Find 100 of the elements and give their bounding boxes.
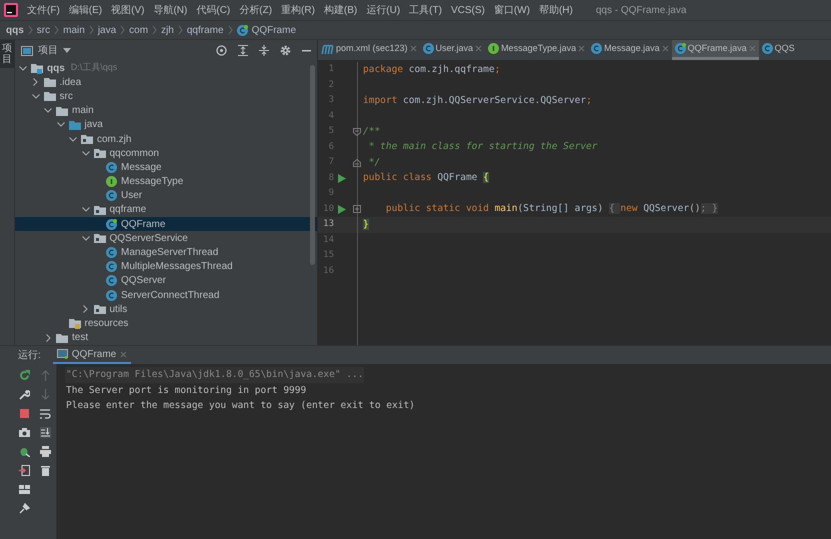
package-icon [94, 233, 106, 244]
editor-tab[interactable]: QQS [758, 40, 798, 60]
collapse-all-icon [259, 45, 269, 56]
tree-item[interactable]: MultipleMessagesThread [15, 260, 317, 274]
breadcrumb-item[interactable]: src [36, 22, 50, 38]
code-line: */ [368, 156, 380, 170]
menu-item[interactable]: 分析(Z) [239, 2, 272, 18]
camera-icon[interactable] [19, 427, 30, 438]
tree-item[interactable]: User [15, 188, 317, 203]
chevron-down-icon [82, 207, 90, 212]
tree-item[interactable]: qqcommon [15, 146, 317, 160]
menu-item[interactable]: 工具(T) [409, 2, 442, 18]
line-number: 4 [328, 110, 334, 122]
interface-icon [488, 43, 500, 54]
fold-icon[interactable] [353, 158, 361, 167]
console-window-icon [56, 349, 68, 359]
menu-item[interactable]: 视图(V) [111, 2, 144, 18]
tree-item[interactable]: ServerConnectThread [15, 288, 317, 302]
tree-item[interactable]: MessageType [15, 174, 317, 189]
tree-item[interactable]: utils [15, 302, 317, 316]
menu-item[interactable]: 代码(C) [196, 2, 230, 18]
dropdown-caret-icon [63, 48, 71, 53]
code-line: public class QQFrame { [363, 171, 489, 186]
editor-tab[interactable]: Message.java [588, 40, 672, 60]
menu-item[interactable]: 构建(B) [324, 2, 358, 18]
minimize-icon [302, 49, 311, 52]
panel-title: 项目 [38, 44, 58, 58]
stop-icon[interactable] [19, 408, 30, 419]
menu-item[interactable]: 文件(F) [27, 2, 60, 18]
trash-icon[interactable] [40, 465, 51, 476]
wrench-icon[interactable] [19, 389, 30, 400]
chevron-right-icon [33, 78, 38, 86]
line-number: 2 [328, 78, 334, 92]
breadcrumb-item[interactable]: java [98, 22, 116, 38]
folder-icon [56, 106, 68, 116]
tree-item[interactable]: .idea [15, 75, 317, 90]
fold-icon[interactable] [353, 128, 361, 136]
editor-tab[interactable]: MessageType.java [485, 40, 588, 60]
soft-wrap-icon[interactable] [40, 408, 51, 419]
close-icon [120, 350, 128, 358]
tree-item[interactable]: test [15, 330, 317, 345]
tree-item[interactable]: java [15, 118, 317, 132]
run-tab[interactable]: QQFrame [52, 346, 132, 364]
class-icon [106, 261, 117, 272]
breadcrumb-item[interactable]: qqs [6, 22, 24, 38]
chevron-down-icon [82, 236, 90, 241]
tree-item[interactable]: ManageServerThread [15, 245, 317, 260]
tree-item[interactable]: qqframe [15, 202, 317, 218]
run-icon[interactable] [338, 174, 346, 183]
line-number: 8 [328, 172, 334, 184]
line-number: 10 [322, 202, 334, 216]
chevron-down-icon [44, 108, 52, 114]
chevron-right-icon [54, 25, 60, 35]
chevron-down-icon [69, 136, 77, 142]
tree-item[interactable]: main [15, 104, 317, 118]
menu-item[interactable]: 运行(U) [366, 2, 400, 18]
editor-tab[interactable]: User.java [420, 40, 486, 60]
layout-icon[interactable] [19, 484, 30, 495]
menu-item[interactable]: 编辑(E) [68, 2, 102, 18]
line-number: 14 [322, 234, 334, 246]
code-line: /** [363, 124, 380, 139]
line-number: 16 [322, 264, 334, 278]
breadcrumb-item[interactable]: qqframe [186, 22, 224, 38]
tree-item[interactable]: qqs D:\工具\qqs [15, 61, 317, 76]
breadcrumb-item[interactable]: zjh [161, 22, 174, 38]
editor-tab[interactable]: QQFrame.java [672, 40, 759, 60]
editor-tab[interactable]: pom.xml (sec123) [318, 40, 420, 60]
menu-item[interactable]: 窗口(W) [494, 2, 530, 18]
tree-item[interactable]: com.zjh [15, 132, 317, 146]
code-line: * the main class for starting the Server [368, 140, 598, 154]
run-icon[interactable] [338, 204, 346, 214]
breadcrumb-item[interactable]: QQFrame [252, 22, 296, 38]
tree-item[interactable]: Message [15, 160, 317, 174]
menu-item[interactable]: 帮助(H) [538, 2, 573, 18]
breadcrumb-item[interactable]: main [63, 22, 85, 38]
run-panel-label: 运行: [18, 348, 41, 362]
print-icon[interactable] [40, 446, 51, 457]
rerun-icon[interactable] [19, 370, 30, 381]
breadcrumb-item[interactable]: com [129, 22, 148, 38]
line-number: 15 [322, 249, 334, 262]
menu-item[interactable]: VCS(S) [450, 2, 485, 18]
tree-item[interactable]: QQServer [15, 274, 317, 288]
tree-item[interactable]: QQFrame [15, 217, 317, 232]
scroll-to-end-icon[interactable] [40, 427, 51, 438]
class-icon [674, 43, 686, 54]
expand-fold-icon[interactable] [353, 205, 361, 214]
folder-icon [68, 120, 80, 130]
folder-icon [44, 77, 56, 88]
folder-icon [44, 91, 56, 102]
line-number: 1 [328, 63, 334, 76]
tree-item[interactable]: resources [15, 316, 317, 331]
tree-item[interactable]: QQServerService [15, 231, 317, 246]
tree-item[interactable]: src [15, 89, 317, 104]
code-line: public static void main(String[] args) { new QQServer(); } [384, 202, 718, 216]
menu-item[interactable]: 重构(R) [281, 2, 315, 18]
menu-item[interactable]: 导航(N) [153, 2, 188, 18]
exit-icon[interactable] [19, 465, 30, 476]
class-icon [106, 218, 117, 230]
chevron-down-icon [56, 122, 64, 128]
scrollbar-thumb[interactable] [310, 65, 315, 265]
